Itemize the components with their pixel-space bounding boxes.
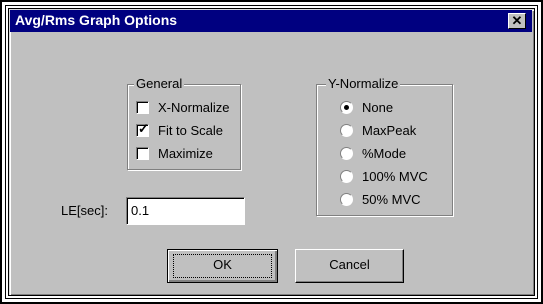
le-label: LE[sec]: [61, 203, 108, 218]
maximize-label: Maximize [158, 146, 213, 161]
ok-button[interactable]: OK [167, 249, 278, 283]
general-group-label: General [134, 76, 185, 91]
radio-100-mvc-label: 100% MVC [362, 169, 428, 184]
y-normalize-group-label: Y-Normalize [326, 76, 401, 91]
radio-100-mvc-button[interactable] [340, 170, 353, 183]
le-input[interactable]: 0.1 [126, 197, 245, 225]
fit-to-scale-label: Fit to Scale [158, 123, 224, 138]
x-normalize-checkbox-box[interactable] [136, 101, 149, 114]
radio-50-mvc-label: 50% MVC [362, 192, 421, 207]
title-bar[interactable]: Avg/Rms Graph Options ✕ [10, 10, 532, 32]
radio-maxpeak-label: MaxPeak [362, 123, 417, 138]
checkmark-icon: ✓ [138, 121, 149, 136]
fit-to-scale-checkbox-box[interactable]: ✓ [136, 121, 149, 137]
maximize-checkbox-box[interactable] [136, 147, 149, 160]
cancel-button[interactable]: Cancel [295, 249, 404, 283]
dialog-title: Avg/Rms Graph Options [15, 12, 178, 28]
radio-mode-button[interactable] [340, 147, 353, 160]
cancel-button-label: Cancel [329, 257, 370, 272]
radio-selected-dot [344, 105, 349, 110]
radio-mode-label: %Mode [362, 146, 407, 161]
x-normalize-label: X-Normalize [158, 100, 230, 115]
radio-50-mvc-button[interactable] [340, 193, 353, 206]
close-icon: ✕ [511, 13, 523, 28]
radio-none-button[interactable] [340, 101, 353, 114]
radio-maxpeak-button[interactable] [340, 124, 353, 137]
close-button[interactable]: ✕ [508, 13, 526, 29]
focus-rect [173, 254, 272, 278]
radio-none-label: None [362, 100, 394, 115]
